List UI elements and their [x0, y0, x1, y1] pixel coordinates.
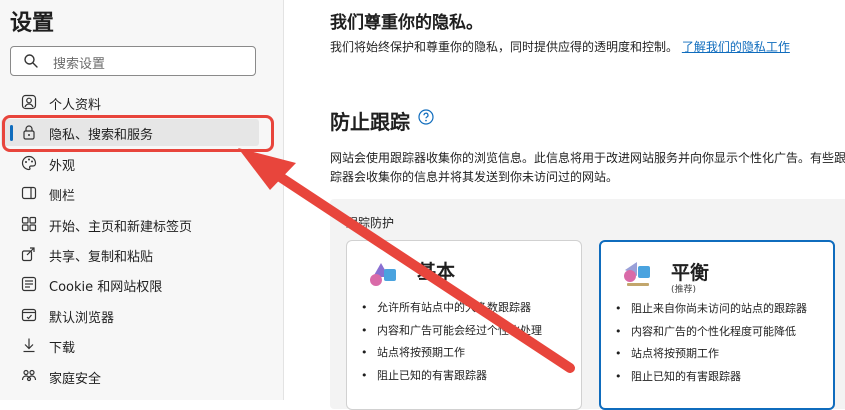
settings-nav: 个人资料 隐私、搜索和服务 外观 侧栏 开始、主页和新建标签页 共享、复制和粘贴… — [0, 87, 283, 391]
shapes-icon — [370, 263, 396, 286]
card-feature-list: 阻止来自你尚未访问的站点的跟踪器 内容和广告的个性化程度可能降低 站点将按预期工… — [615, 298, 831, 388]
balance-shapes-icon — [624, 262, 650, 286]
privacy-learn-more-link[interactable]: 了解我们的隐私工作 — [682, 40, 790, 54]
list-item: 阻止已知的有害跟踪器 — [615, 366, 831, 389]
search-placeholder: 搜索设置 — [53, 57, 106, 72]
list-item: 允许所有站点中的大多数跟踪器 — [361, 297, 577, 320]
list-item: 站点将按预期工作 — [361, 342, 577, 365]
sidebar-item-label: 家庭安全 — [49, 371, 102, 387]
list-item: 内容和广告的个性化程度可能降低 — [615, 321, 831, 344]
sidebar-icon — [21, 187, 37, 200]
settings-title: 设置 — [10, 11, 55, 36]
browser-icon — [21, 308, 37, 321]
lock-icon — [23, 125, 35, 140]
settings-sidebar: 设置 搜索设置 个人资料 隐私、搜索和服务 外观 侧栏 开始、主页和新建标签页 … — [0, 0, 284, 400]
sidebar-item-family-safety[interactable]: 家庭安全 — [0, 361, 283, 391]
help-icon[interactable] — [418, 109, 434, 125]
sidebar-item-downloads[interactable]: 下载 — [0, 330, 283, 360]
sidebar-item-label: 隐私、搜索和服务 — [49, 128, 154, 144]
home-grid-icon — [21, 216, 37, 231]
tracking-option-balanced[interactable]: 平衡 (推荐) 阻止来自你尚未访问的站点的跟踪器 内容和广告的个性化程度可能降低… — [599, 240, 835, 410]
sidebar-item-label: 下载 — [49, 341, 76, 357]
family-icon — [21, 369, 37, 381]
list-item: 阻止来自你尚未访问的站点的跟踪器 — [615, 298, 831, 321]
download-icon — [23, 338, 35, 353]
search-input[interactable]: 搜索设置 — [10, 46, 256, 76]
sidebar-item-label: 默认浏览器 — [49, 310, 115, 326]
privacy-settings-pane: 我们尊重你的隐私。 我们将始终保护和尊重你的隐私，同时提供应得的透明度和控制。 … — [284, 0, 845, 410]
sidebar-item-profile[interactable]: 个人资料 — [0, 87, 283, 117]
privacy-description-text: 我们将始终保护和尊重你的隐私，同时提供应得的透明度和控制。 — [330, 40, 679, 54]
privacy-description: 我们将始终保护和尊重你的隐私，同时提供应得的透明度和控制。 了解我们的隐私工作 — [330, 38, 830, 57]
tracking-panel-label: 跟踪防护 — [346, 216, 395, 230]
card-title: 平衡 — [671, 262, 710, 284]
tracking-prevention-title: 防止跟踪 — [330, 110, 410, 134]
card-feature-list: 允许所有站点中的大多数跟踪器 内容和广告可能会经过个性化处理 站点将按预期工作 … — [361, 297, 577, 387]
list-item: 阻止已知的有害跟踪器 — [361, 365, 577, 388]
sidebar-item-default-browser[interactable]: 默认浏览器 — [0, 300, 283, 330]
sidebar-item-sidebar[interactable]: 侧栏 — [0, 178, 283, 208]
sidebar-item-label: 侧栏 — [49, 189, 76, 205]
tracking-description: 网站会使用跟踪器收集你的浏览信息。此信息将用于改进网站服务并向你显示个性化广告。… — [330, 151, 845, 184]
sidebar-item-label: 个人资料 — [49, 98, 102, 113]
share-icon — [21, 247, 35, 262]
search-icon — [24, 54, 38, 68]
recommended-label: (推荐) — [671, 285, 697, 295]
active-indicator — [10, 125, 13, 142]
cookie-icon — [21, 277, 37, 292]
sidebar-item-start-home-newtab[interactable]: 开始、主页和新建标签页 — [0, 209, 283, 239]
profile-icon — [21, 94, 37, 110]
sidebar-item-label: 开始、主页和新建标签页 — [49, 219, 193, 235]
sidebar-item-label: Cookie 和网站权限 — [49, 280, 163, 296]
sidebar-item-label: 外观 — [49, 158, 76, 174]
sidebar-item-label: 共享、复制和粘贴 — [49, 249, 154, 265]
sidebar-item-cookies-permissions[interactable]: Cookie 和网站权限 — [0, 269, 283, 299]
palette-icon — [21, 155, 37, 170]
card-title: 基本 — [417, 261, 456, 283]
list-item: 站点将按预期工作 — [615, 343, 831, 366]
page-heading: 我们尊重你的隐私。 — [330, 13, 483, 33]
tracking-option-basic[interactable]: 基本 允许所有站点中的大多数跟踪器 内容和广告可能会经过个性化处理 站点将按预期… — [346, 240, 582, 410]
sidebar-item-privacy[interactable]: 隐私、搜索和服务 — [0, 117, 283, 147]
list-item: 内容和广告可能会经过个性化处理 — [361, 320, 577, 343]
sidebar-item-appearance[interactable]: 外观 — [0, 148, 283, 178]
sidebar-item-share-copy-paste[interactable]: 共享、复制和粘贴 — [0, 239, 283, 269]
